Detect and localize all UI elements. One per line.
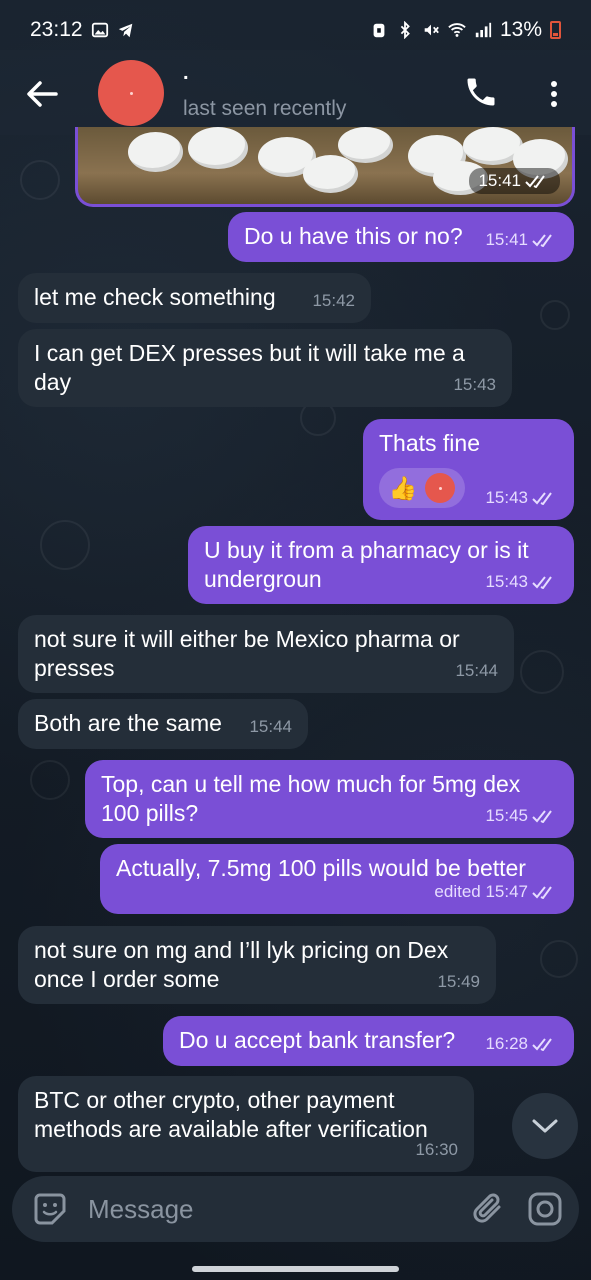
double-check-icon — [532, 809, 552, 823]
double-check-icon — [532, 491, 552, 505]
pill-image-detail — [338, 127, 393, 163]
double-check-icon — [532, 575, 552, 589]
photo-timestamp: 15:41 — [469, 168, 560, 194]
back-arrow-icon[interactable] — [22, 74, 62, 114]
wifi-icon — [448, 23, 466, 37]
mute-icon — [424, 24, 439, 36]
vpn-icon — [373, 23, 385, 38]
message-text: BTC or other crypto, other payment metho… — [34, 1087, 428, 1142]
double-check-icon — [532, 1037, 552, 1051]
telegram-icon — [118, 23, 132, 38]
chat-header: . last seen recently — [0, 50, 591, 135]
navigation-gesture-bar[interactable] — [192, 1266, 399, 1272]
message-timestamp: 15:43 — [485, 567, 558, 596]
message-timestamp: 15:41 — [485, 225, 558, 254]
outgoing-message[interactable]: Do u accept bank transfer? 16:28 — [163, 1016, 574, 1066]
background-doodle — [30, 760, 70, 800]
outgoing-message[interactable]: Actually, 7.5mg 100 pills would be bette… — [100, 844, 574, 914]
message-timestamp: 15:45 — [485, 801, 558, 830]
message-timestamp: 15:43 — [485, 483, 558, 512]
background-doodle — [540, 300, 570, 330]
incoming-message[interactable]: Both are the same 15:44 — [18, 699, 308, 749]
double-check-icon — [525, 175, 545, 188]
bluetooth-icon — [400, 21, 410, 39]
emoji-sticker-icon[interactable] — [32, 1191, 68, 1227]
incoming-message[interactable]: BTC or other crypto, other payment metho… — [18, 1076, 474, 1172]
pill-image-detail — [303, 155, 358, 193]
message-text: not sure it will either be Mexico pharma… — [34, 626, 460, 681]
message-text: Both are the same — [34, 710, 222, 736]
background-doodle — [520, 650, 564, 694]
double-check-icon — [532, 233, 552, 247]
incoming-message[interactable]: I can get DEX presses but it will take m… — [18, 329, 512, 407]
background-doodle — [540, 940, 578, 978]
message-timestamp: 16:28 — [485, 1029, 558, 1058]
chevron-down-icon — [532, 1119, 558, 1133]
contact-name[interactable]: . — [183, 62, 189, 85]
battery-icon — [550, 21, 561, 39]
more-options-icon[interactable] — [540, 76, 568, 112]
message-timestamp: edited 15:47 — [434, 877, 558, 906]
message-text: not sure on mg and I’ll lyk pricing on D… — [34, 937, 449, 992]
outgoing-message[interactable]: U buy it from a pharmacy or is it underg… — [188, 526, 574, 604]
scroll-to-bottom-button[interactable] — [512, 1093, 578, 1159]
reactor-avatar — [425, 473, 456, 503]
pill-image-detail — [188, 127, 248, 169]
message-timestamp: 15:42 — [312, 291, 355, 310]
message-text: I can get DEX presses but it will take m… — [34, 340, 465, 395]
double-check-icon — [532, 885, 552, 899]
message-timestamp: 15:43 — [453, 375, 496, 394]
paperclip-icon[interactable] — [470, 1190, 508, 1228]
outgoing-message[interactable]: Thats fine 👍 15:43 — [363, 419, 574, 520]
pill-image-detail — [128, 132, 183, 172]
camera-icon[interactable] — [526, 1190, 564, 1228]
incoming-message[interactable]: let me check something 15:42 — [18, 273, 371, 323]
message-text: U buy it from a pharmacy or is it underg… — [204, 537, 529, 592]
message-text: Do u accept bank transfer? — [179, 1027, 456, 1053]
background-doodle — [40, 520, 90, 570]
message-timestamp: 15:44 — [455, 661, 498, 680]
message-text: Do u have this or no? — [244, 223, 463, 249]
incoming-message[interactable]: not sure on mg and I’ll lyk pricing on D… — [18, 926, 496, 1004]
status-time: 23:12 — [30, 18, 83, 41]
thumbs-up-icon: 👍 — [388, 474, 418, 501]
signal-icon — [475, 22, 492, 38]
contact-avatar[interactable] — [98, 60, 164, 126]
message-input[interactable] — [88, 1190, 438, 1228]
reaction-chip[interactable]: 👍 — [379, 468, 465, 508]
phone-call-icon[interactable] — [463, 74, 499, 110]
message-timestamp: 16:30 — [415, 1140, 458, 1159]
outgoing-message[interactable]: Top, can u tell me how much for 5mg dex … — [85, 760, 574, 838]
message-timestamp: 15:44 — [249, 717, 292, 736]
incoming-message[interactable]: not sure it will either be Mexico pharma… — [18, 615, 514, 693]
background-doodle — [20, 160, 60, 200]
last-seen-status: last seen recently — [183, 97, 347, 120]
battery-percentage: 13% — [499, 18, 542, 41]
photo-message[interactable]: 15:41 — [75, 127, 575, 207]
message-text: Top, can u tell me how much for 5mg dex … — [101, 771, 521, 826]
gallery-icon — [91, 22, 108, 38]
message-text: let me check something — [34, 284, 276, 310]
message-text: Thats fine — [379, 430, 480, 456]
message-input-bar — [12, 1176, 579, 1242]
outgoing-message[interactable]: Do u have this or no? 15:41 — [228, 212, 574, 262]
message-timestamp: 15:49 — [437, 972, 480, 991]
